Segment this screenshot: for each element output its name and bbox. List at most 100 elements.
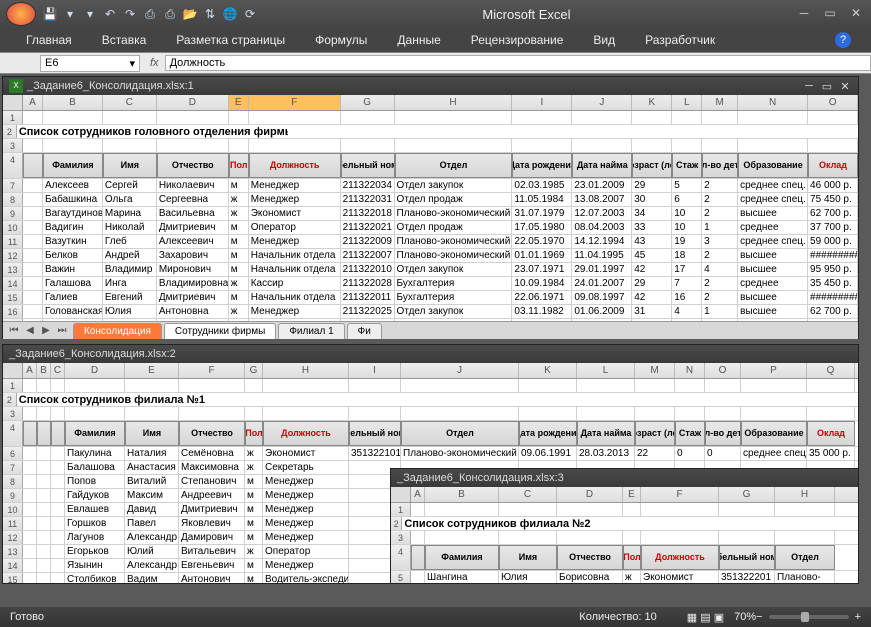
row-header[interactable]: 10 — [3, 221, 23, 234]
cell[interactable] — [663, 393, 703, 406]
cell[interactable]: Вагаутдинов — [43, 207, 103, 220]
cell[interactable] — [51, 407, 65, 420]
cell[interactable] — [23, 111, 43, 124]
cell[interactable] — [534, 125, 615, 138]
cell[interactable]: 1 — [702, 221, 738, 234]
cell[interactable]: Балашова — [65, 461, 125, 474]
cell[interactable] — [23, 263, 43, 276]
cell[interactable]: 09.06.1991 — [519, 447, 577, 460]
close-button[interactable]: ✕ — [847, 7, 865, 21]
cell[interactable]: Оператор — [249, 221, 341, 234]
cell[interactable]: 35 450 р. — [808, 277, 858, 290]
cell[interactable] — [103, 139, 157, 152]
cell[interactable] — [672, 139, 702, 152]
cell[interactable] — [519, 379, 577, 392]
cell[interactable] — [779, 393, 825, 406]
cell[interactable] — [824, 517, 858, 530]
cell[interactable]: среднее спец. — [738, 193, 808, 206]
cell[interactable] — [542, 393, 623, 406]
cell[interactable]: Оператор — [263, 545, 349, 558]
cell[interactable]: ж — [245, 447, 263, 460]
cell[interactable]: Менеджер — [263, 475, 349, 488]
cell[interactable] — [433, 393, 446, 406]
column-header[interactable]: B — [425, 487, 499, 502]
table-header[interactable]: Табельный номер — [341, 153, 395, 178]
column-header[interactable]: C — [51, 363, 65, 378]
print-icon[interactable]: ⎙ — [142, 6, 158, 22]
ribbon-tab-Вид[interactable]: Вид — [587, 30, 621, 50]
cell[interactable] — [23, 379, 37, 392]
cell[interactable]: 18 — [672, 249, 702, 262]
ribbon-tab-Разработчик[interactable]: Разработчик — [639, 30, 721, 50]
cell[interactable] — [735, 517, 747, 530]
cell[interactable]: 211322009 — [341, 235, 395, 248]
cell[interactable]: ж — [229, 305, 249, 318]
child-titlebar[interactable]: _Задание6_Консолидация.xlsx:3 — [391, 469, 858, 487]
cell[interactable]: среднее спец. — [741, 447, 807, 460]
cell[interactable] — [23, 503, 37, 516]
cell[interactable] — [23, 139, 43, 152]
row-header[interactable]: 9 — [3, 489, 23, 502]
cell[interactable]: Максимовна — [179, 461, 245, 474]
cell[interactable]: 17.05.1980 — [512, 221, 572, 234]
cell[interactable] — [51, 447, 65, 460]
zoom-value[interactable]: 70% — [734, 611, 756, 623]
cell[interactable] — [23, 573, 37, 583]
table-header[interactable]: Оклад — [808, 153, 858, 178]
cell[interactable]: Секретарь — [263, 461, 349, 474]
cell[interactable]: 23.07.1971 — [512, 263, 572, 276]
cell[interactable] — [635, 379, 675, 392]
cell[interactable]: 211322011 — [341, 291, 395, 304]
cell[interactable]: Сергеевна — [157, 193, 229, 206]
cell[interactable] — [349, 379, 401, 392]
cell[interactable]: 10 — [672, 221, 702, 234]
column-header[interactable]: G — [245, 363, 263, 378]
table-header[interactable]: Имя — [103, 153, 157, 178]
cell[interactable]: Начальник отдела — [249, 263, 341, 276]
cell[interactable] — [572, 139, 632, 152]
tab-nav-last[interactable]: ⏭ — [55, 325, 69, 336]
cell[interactable]: 03.11.1982 — [512, 305, 572, 318]
cell[interactable] — [719, 531, 775, 544]
cell[interactable]: Список сотрудников головного отделения ф… — [17, 125, 289, 138]
cell[interactable] — [774, 125, 823, 138]
cell[interactable] — [807, 379, 855, 392]
cell[interactable]: Андреевич — [179, 489, 245, 502]
save-icon[interactable]: 💾 — [42, 6, 58, 22]
cell[interactable] — [577, 379, 635, 392]
child-minimize-button[interactable]: ─ — [802, 80, 816, 92]
zoom-slider[interactable] — [769, 615, 849, 619]
cell[interactable] — [37, 489, 51, 502]
cell[interactable]: Попов — [65, 475, 125, 488]
cell[interactable]: Вадигин — [43, 221, 103, 234]
cell[interactable] — [65, 407, 125, 420]
cell[interactable]: 14.12.1994 — [572, 235, 632, 248]
cell[interactable]: Галашова — [43, 277, 103, 290]
ribbon-tab-Рецензирование[interactable]: Рецензирование — [465, 30, 570, 50]
column-header[interactable]: E — [623, 487, 641, 502]
cell[interactable]: Отдел закупок — [395, 305, 513, 318]
cell[interactable]: 02.03.1985 — [512, 179, 572, 192]
sort-icon[interactable]: ⇅ — [202, 6, 218, 22]
cell[interactable] — [425, 503, 499, 516]
cell[interactable] — [635, 407, 675, 420]
cell[interactable] — [23, 319, 43, 321]
column-header[interactable]: O — [808, 95, 858, 110]
column-header[interactable]: F — [641, 487, 719, 502]
cell[interactable]: Кассир — [249, 277, 341, 290]
cell[interactable]: 23.01.2009 — [572, 179, 632, 192]
column-header[interactable]: Q — [807, 363, 855, 378]
cell[interactable]: м — [229, 291, 249, 304]
cell[interactable]: 2 — [702, 249, 738, 262]
cell[interactable]: Александр — [125, 531, 179, 544]
cell[interactable]: 75 450 р. — [808, 193, 858, 206]
cell[interactable]: Важин — [43, 263, 103, 276]
cell[interactable]: 0 — [675, 447, 705, 460]
cell[interactable] — [23, 489, 37, 502]
table-header[interactable]: Пол — [229, 153, 249, 178]
column-header[interactable]: L — [577, 363, 635, 378]
column-header[interactable]: D — [157, 95, 229, 110]
cell[interactable] — [23, 559, 37, 572]
cell[interactable]: 42 — [632, 263, 672, 276]
cell[interactable]: высшее — [738, 207, 808, 220]
